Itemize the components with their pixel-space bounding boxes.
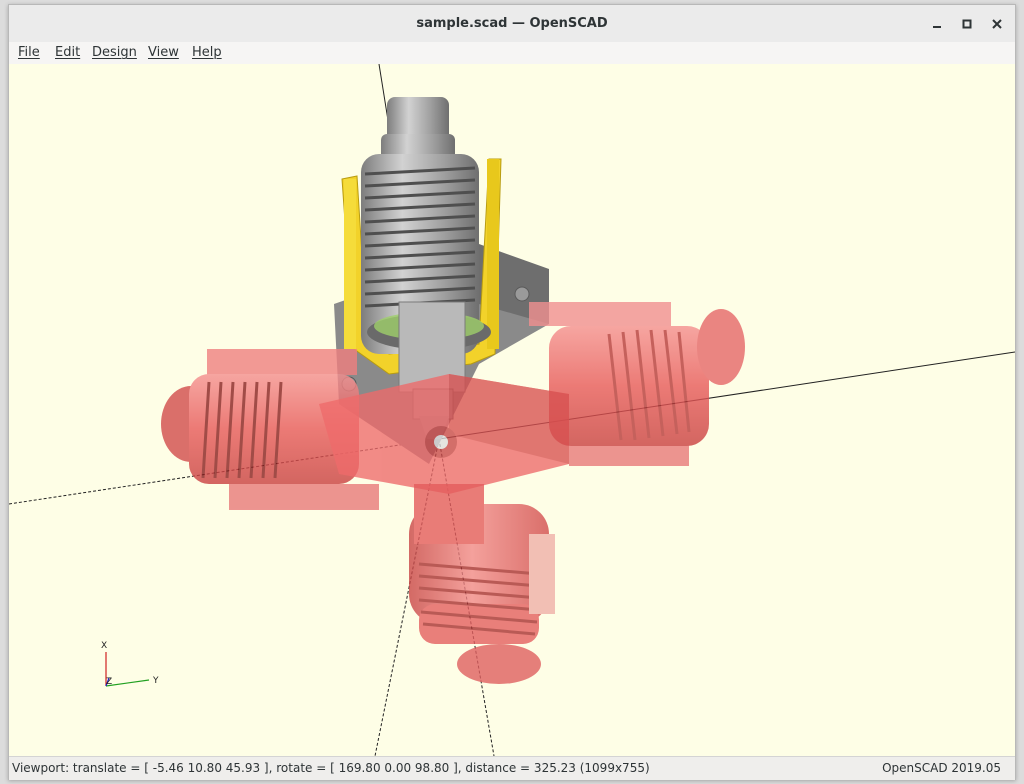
gizmo-z-label: Z xyxy=(106,677,112,687)
maximize-button[interactable] xyxy=(957,14,977,34)
version-label: OpenSCAD 2019.05 xyxy=(882,761,1001,775)
menu-edit[interactable]: Edit xyxy=(55,45,80,61)
bottom-heatsink xyxy=(409,484,555,684)
app-window: sample.scad — OpenSCAD File Edit Design … xyxy=(8,4,1016,780)
menu-help[interactable]: Help xyxy=(192,45,222,61)
menu-file[interactable]: File xyxy=(18,45,40,61)
gizmo-x-label: X xyxy=(101,641,107,651)
axes-gizmo: X Y Z xyxy=(101,641,159,687)
close-button[interactable] xyxy=(987,14,1007,34)
minimize-icon xyxy=(933,26,941,28)
gizmo-y-label: Y xyxy=(152,676,159,686)
model-render: X Y Z xyxy=(9,64,1015,756)
close-icon xyxy=(992,19,1002,29)
window-title: sample.scad — OpenSCAD xyxy=(416,16,608,31)
3d-viewport[interactable]: X Y Z xyxy=(9,64,1015,756)
menu-design[interactable]: Design xyxy=(92,45,137,61)
menu-bar: File Edit Design View Help xyxy=(9,42,1015,64)
menu-view[interactable]: View xyxy=(148,45,179,61)
minimize-button[interactable] xyxy=(927,14,947,34)
viewport-status: Viewport: translate = [ -5.46 10.80 45.9… xyxy=(12,761,650,775)
status-bar: Viewport: translate = [ -5.46 10.80 45.9… xyxy=(9,756,1015,780)
maximize-icon xyxy=(962,19,972,29)
title-bar[interactable]: sample.scad — OpenSCAD xyxy=(9,5,1015,43)
